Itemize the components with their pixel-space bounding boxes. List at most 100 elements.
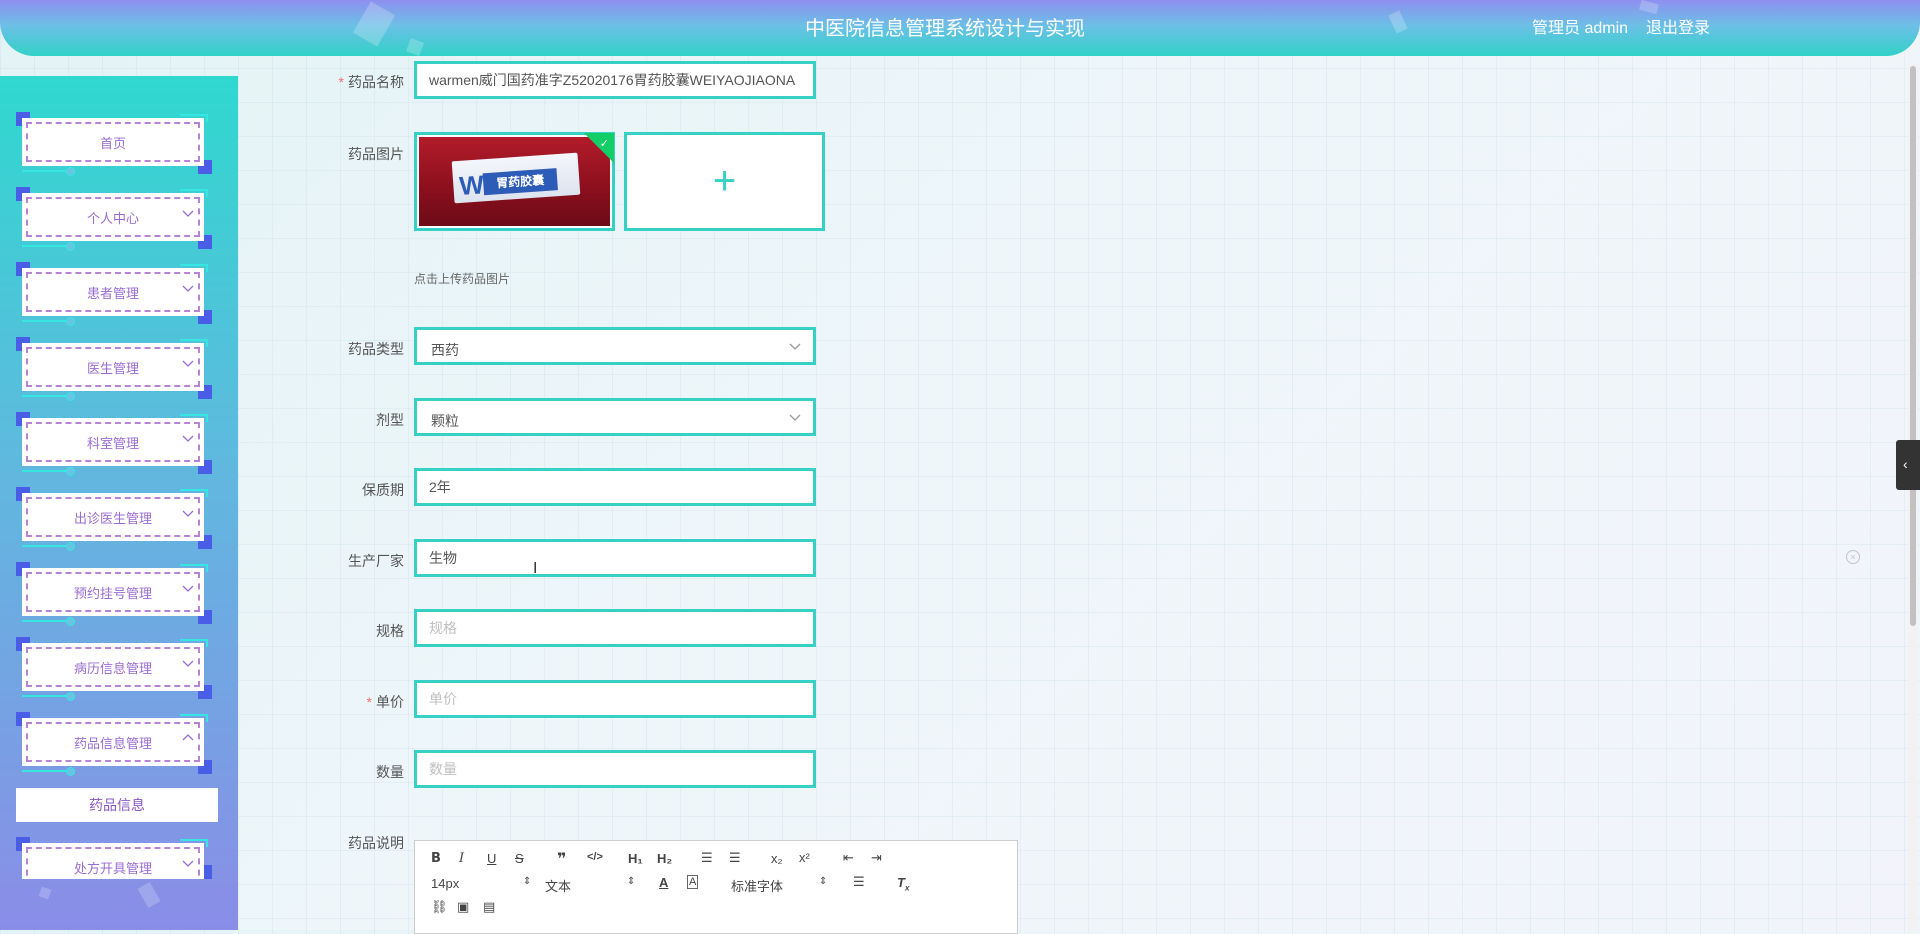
sidebar-item-label: 医生管理 [86, 361, 139, 376]
ordered-list-icon[interactable]: ☰ [701, 850, 713, 866]
sidebar-item-label: 科室管理 [86, 436, 139, 451]
manufacturer-field[interactable] [414, 539, 816, 577]
side-panel-toggle[interactable]: ‹ [1896, 440, 1920, 490]
drug-type-select[interactable]: 西药 [414, 327, 816, 365]
menu-decoration [66, 467, 75, 476]
sidebar-item-2[interactable]: 患者管理 [16, 262, 212, 326]
scrollbar-thumb[interactable] [1910, 66, 1916, 626]
sidebar-item-0[interactable]: 首页 [16, 112, 212, 176]
sidebar-item-button[interactable]: 出诊医生管理 [22, 493, 204, 541]
heading2-icon[interactable]: H₂ [657, 851, 672, 866]
clear-icon[interactable]: × [1846, 550, 1860, 564]
code-block-icon[interactable]: </> [587, 851, 603, 863]
uploaded-drug-image[interactable]: W 胃药胶囊 ✓ [414, 132, 615, 231]
manufacturer-input[interactable] [417, 542, 813, 574]
outdent-icon[interactable]: ⇤ [843, 850, 854, 866]
quantity-field[interactable] [414, 750, 816, 788]
shelf-life-field[interactable] [414, 468, 816, 506]
sidebar-item-button[interactable]: 预约挂号管理 [22, 568, 204, 616]
sidebar-item-label: 首页 [99, 136, 126, 151]
menu-decoration [22, 691, 72, 697]
image-upload-button[interactable]: + [624, 132, 825, 231]
sidebar-item-1[interactable]: 个人中心 [16, 187, 212, 251]
video-icon[interactable]: ▤ [483, 899, 495, 915]
chevron-down-icon [182, 210, 194, 217]
spec-input[interactable] [417, 612, 813, 644]
sidebar-item-8[interactable]: 药品信息管理 [16, 712, 212, 776]
italic-icon[interactable]: I [459, 851, 464, 866]
indent-icon[interactable]: ⇥ [871, 850, 882, 866]
sidebar-item-4[interactable]: 科室管理 [16, 412, 212, 476]
chevron-down-icon [182, 510, 194, 517]
bullet-list-icon[interactable]: ☰ [729, 850, 741, 866]
menu-decoration [22, 541, 72, 547]
logout-link[interactable]: 退出登录 [1646, 14, 1710, 38]
drug-name-label: * 药品名称 [338, 74, 404, 90]
price-input[interactable] [417, 683, 813, 715]
bold-icon[interactable]: B [431, 851, 441, 866]
drug-box-image: W 胃药胶囊 [451, 152, 581, 204]
menu-decoration [66, 317, 75, 326]
drug-name-field[interactable] [414, 61, 816, 99]
link-icon[interactable]: ⛓ [431, 899, 448, 915]
required-star: * [338, 74, 344, 90]
shelf-life-input[interactable] [417, 471, 813, 503]
price-field[interactable] [414, 680, 816, 718]
sidebar-item-button[interactable]: 患者管理 [22, 268, 204, 316]
chevron-left-icon: ‹ [1903, 456, 1908, 472]
rich-text-editor[interactable]: B I U S ❞ </> H₁ H₂ ☰ ☰ x₂ x² ⇤ ⇥ 14px ⇕ … [414, 840, 1018, 934]
chevron-up-icon [182, 734, 194, 741]
menu-decoration [22, 391, 72, 397]
sidebar-item-button[interactable]: 首页 [22, 118, 204, 166]
menu-decoration [66, 767, 75, 776]
underline-icon[interactable]: U [487, 851, 496, 866]
sidebar-item-3[interactable]: 医生管理 [16, 337, 212, 401]
sidebar-item-9[interactable]: 处方开具管理 [16, 837, 212, 879]
sidebar-item-button[interactable]: 科室管理 [22, 418, 204, 466]
subscript-icon[interactable]: x₂ [771, 851, 783, 866]
chevron-down-icon [182, 360, 194, 367]
spec-field[interactable] [414, 609, 816, 647]
background-color-icon[interactable]: A [687, 875, 699, 889]
drug-name-input[interactable] [417, 64, 813, 96]
menu-decoration [22, 766, 72, 772]
sidebar-item-button[interactable]: 医生管理 [22, 343, 204, 391]
heading1-icon[interactable]: H₁ [628, 851, 643, 866]
required-star: * [366, 694, 372, 710]
sidebar-item-label: 患者管理 [86, 286, 139, 301]
strike-icon[interactable]: S [515, 851, 524, 866]
menu-decoration [66, 617, 75, 626]
sidebar-item-6[interactable]: 预约挂号管理 [16, 562, 212, 626]
manufacturer-label: 生产厂家 [348, 553, 404, 569]
sidebar-item-button[interactable]: 病历信息管理 [22, 643, 204, 691]
menu-decoration [66, 692, 75, 701]
block-format-select[interactable]: 文本 ⇕ [545, 876, 635, 895]
sidebar-item-5[interactable]: 出诊医生管理 [16, 487, 212, 551]
clear-format-icon[interactable]: Tx [897, 875, 909, 893]
drug-type-value: 西药 [431, 342, 459, 358]
sidebar-item-button[interactable]: 药品信息管理 [22, 718, 204, 766]
sidebar-item-button[interactable]: 个人中心 [22, 193, 204, 241]
font-size-select[interactable]: 14px ⇕ [431, 876, 531, 891]
shelf-life-label: 保质期 [362, 482, 404, 498]
menu-decoration [66, 542, 75, 551]
spec-label: 规格 [376, 623, 404, 639]
sidebar-item-7[interactable]: 病历信息管理 [16, 637, 212, 701]
sidebar-subitem-drug-info[interactable]: 药品信息 [16, 788, 218, 822]
dosage-form-label: 剂型 [376, 412, 404, 428]
sidebar-item-label: 病历信息管理 [73, 661, 152, 676]
font-color-icon[interactable]: A [659, 875, 668, 890]
menu-decoration [22, 241, 72, 247]
sidebar-item-button[interactable]: 处方开具管理 [22, 843, 204, 879]
menu-decoration [66, 392, 75, 401]
align-icon[interactable]: ☰ [853, 874, 865, 890]
superscript-icon[interactable]: x² [799, 850, 810, 865]
font-family-select[interactable]: 标准字体 ⇕ [731, 876, 831, 895]
blockquote-icon[interactable]: ❞ [557, 849, 566, 869]
sidebar-item-label: 预约挂号管理 [73, 586, 152, 601]
sidebar-item-label: 处方开具管理 [73, 861, 152, 876]
dosage-form-select[interactable]: 颗粒 [414, 398, 816, 436]
chevron-down-icon [182, 435, 194, 442]
quantity-input[interactable] [417, 753, 813, 785]
image-icon[interactable]: ▣ [457, 899, 469, 915]
